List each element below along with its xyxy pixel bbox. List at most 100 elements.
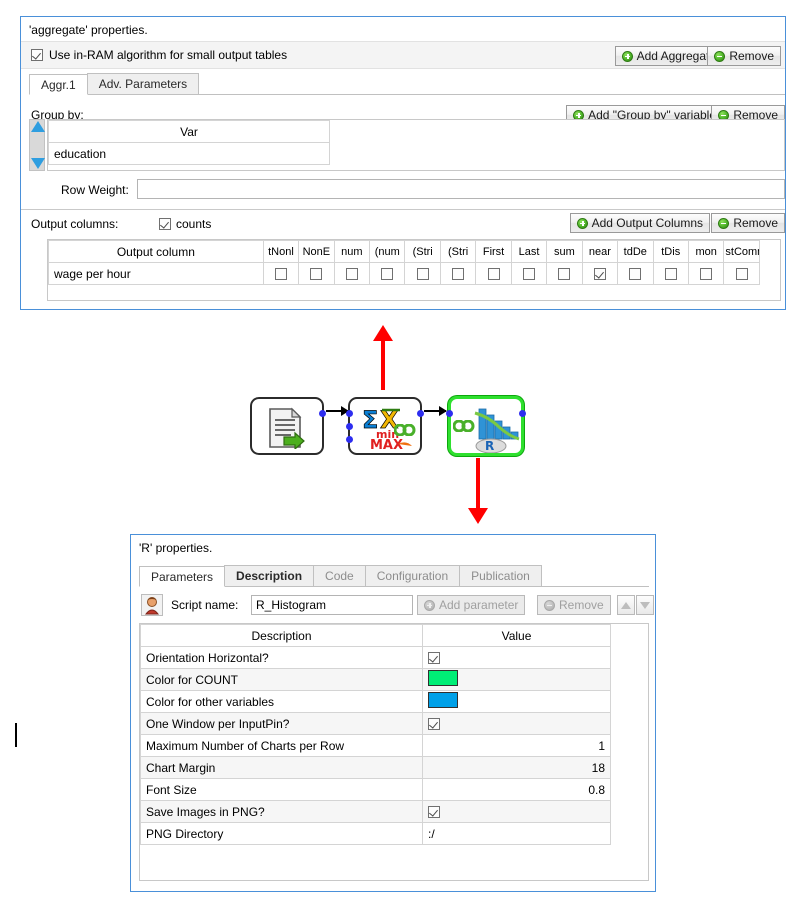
inram-checkbox-box[interactable] bbox=[31, 49, 43, 61]
table-row[interactable]: PNG Directory:/ bbox=[140, 822, 611, 845]
table-row[interactable]: Save Images in PNG? bbox=[140, 800, 611, 823]
param-value-cell[interactable] bbox=[422, 712, 611, 735]
checkbox[interactable] bbox=[735, 267, 748, 280]
checkbox-cell-7[interactable] bbox=[510, 262, 548, 285]
tab-configuration[interactable]: Configuration bbox=[364, 565, 461, 586]
checkbox-cell-10[interactable] bbox=[617, 262, 654, 285]
param-checkbox[interactable] bbox=[428, 717, 440, 730]
parameter-table[interactable]: Description Value Orientation Horizontal?… bbox=[140, 624, 611, 845]
parameter-table-body[interactable]: Orientation Horizontal? Color for COUNT Co… bbox=[140, 646, 611, 845]
checkbox[interactable] bbox=[452, 267, 465, 280]
table-row[interactable]: Chart Margin 18 bbox=[140, 756, 611, 779]
move-down-icon[interactable] bbox=[31, 158, 45, 169]
output-columns-table[interactable]: Output column tNonl NonE num (num (Stri (Stri F… bbox=[48, 240, 760, 285]
output-port[interactable] bbox=[417, 410, 424, 417]
row-weight-input[interactable] bbox=[137, 179, 785, 199]
param-value-cell[interactable] bbox=[422, 800, 611, 823]
output-columns-header-row: Output columns: counts Add Output Column… bbox=[29, 213, 785, 237]
move-up-icon[interactable] bbox=[31, 121, 45, 132]
checkbox[interactable] bbox=[700, 267, 713, 280]
checkbox[interactable] bbox=[593, 267, 606, 280]
checkbox-cell-1[interactable] bbox=[298, 262, 335, 285]
counts-checkbox-box[interactable] bbox=[159, 218, 171, 230]
script-name-input[interactable]: R_Histogram bbox=[251, 595, 413, 615]
inram-checkbox[interactable]: Use in-RAM algorithm for small output ta… bbox=[31, 48, 287, 62]
counts-checkbox[interactable]: counts bbox=[159, 217, 211, 231]
tab-description[interactable]: Description bbox=[224, 565, 315, 586]
checkbox[interactable] bbox=[274, 267, 287, 280]
input-port[interactable] bbox=[446, 410, 453, 417]
tab-adv-parameters-label: Adv. Parameters bbox=[98, 77, 188, 91]
table-row[interactable]: Orientation Horizontal? bbox=[140, 646, 611, 669]
tab-adv-parameters[interactable]: Adv. Parameters bbox=[86, 73, 200, 94]
move-parameter-down-button[interactable] bbox=[636, 595, 654, 615]
output-port[interactable] bbox=[319, 410, 326, 417]
checkbox[interactable] bbox=[310, 267, 323, 280]
remove-output-columns-button[interactable]: Remove bbox=[711, 213, 785, 233]
group-by-spinner[interactable] bbox=[29, 119, 45, 171]
table-row[interactable]: Font Size 0.8 bbox=[140, 778, 611, 801]
checkbox-cell-9[interactable] bbox=[581, 262, 619, 285]
checkbox-cell-13[interactable] bbox=[723, 262, 760, 285]
checkbox-cell-4[interactable] bbox=[404, 262, 441, 285]
checkbox[interactable] bbox=[664, 267, 677, 280]
input-port-3[interactable] bbox=[346, 436, 353, 443]
output-column-name-cell[interactable]: wage per hour bbox=[48, 262, 264, 285]
table-row[interactable]: Maximum Number of Charts per Row 1 bbox=[140, 734, 611, 757]
checkbox[interactable] bbox=[345, 267, 358, 280]
param-value-cell[interactable] bbox=[422, 668, 611, 691]
add-parameter-button[interactable]: Add parameter bbox=[417, 595, 526, 615]
input-port-2[interactable] bbox=[346, 423, 353, 430]
r-histogram-node[interactable]: R bbox=[446, 396, 526, 456]
tab-aggr1[interactable]: Aggr.1 bbox=[29, 74, 88, 95]
output-columns-label: Output columns: bbox=[31, 217, 119, 231]
checkbox[interactable] bbox=[381, 267, 394, 280]
checkbox[interactable] bbox=[558, 267, 571, 280]
checkbox[interactable] bbox=[629, 267, 642, 280]
param-checkbox[interactable] bbox=[428, 651, 440, 664]
param-value-cell[interactable]: 1 bbox=[422, 734, 611, 757]
group-by-cell-var[interactable]: education bbox=[48, 142, 330, 165]
checkbox[interactable] bbox=[416, 267, 429, 280]
tab-code[interactable]: Code bbox=[313, 565, 366, 586]
link-chain-icon bbox=[393, 423, 416, 439]
param-value-cell[interactable] bbox=[422, 690, 611, 713]
param-value-cell[interactable]: 18 bbox=[422, 756, 611, 779]
param-value-cell[interactable]: :/ bbox=[422, 822, 611, 845]
file-reader-node[interactable] bbox=[250, 397, 326, 455]
param-checkbox[interactable] bbox=[428, 805, 440, 818]
checkbox-cell-6[interactable] bbox=[475, 262, 512, 285]
param-value-cell[interactable] bbox=[422, 646, 611, 669]
table-row[interactable]: education bbox=[48, 142, 330, 165]
remove-parameter-button[interactable]: Remove bbox=[537, 595, 611, 615]
arrow-down-head bbox=[468, 508, 488, 524]
check-column-header-5: (Stri bbox=[439, 240, 477, 263]
table-row[interactable]: Color for other variables bbox=[140, 690, 611, 713]
table-row[interactable]: wage per hour bbox=[48, 262, 760, 285]
checkbox[interactable] bbox=[522, 267, 535, 280]
checkbox-cell-5[interactable] bbox=[439, 262, 477, 285]
tab-parameters[interactable]: Parameters bbox=[139, 566, 226, 587]
remove-aggregate-button[interactable]: Remove bbox=[707, 46, 781, 66]
move-parameter-up-button[interactable] bbox=[617, 595, 635, 615]
param-value-cell[interactable]: 0.8 bbox=[422, 778, 611, 801]
checkbox-cell-8[interactable] bbox=[546, 262, 583, 285]
checkbox-cell-0[interactable] bbox=[262, 262, 300, 285]
output-columns-body[interactable]: wage per hour bbox=[48, 262, 760, 285]
color-swatch[interactable] bbox=[428, 670, 458, 686]
input-port-1[interactable] bbox=[346, 410, 353, 417]
output-columns-header: Output column tNonl NonE num (num (Stri (Stri F… bbox=[48, 240, 760, 263]
param-description-cell: Save Images in PNG? bbox=[140, 800, 423, 823]
color-swatch[interactable] bbox=[428, 692, 458, 708]
checkbox-cell-2[interactable] bbox=[333, 262, 371, 285]
group-by-table[interactable]: Var education bbox=[48, 120, 330, 165]
checkbox[interactable] bbox=[487, 267, 500, 280]
add-output-columns-button[interactable]: Add Output Columns bbox=[569, 213, 710, 233]
table-row[interactable]: Color for COUNT bbox=[140, 668, 611, 691]
checkbox-cell-12[interactable] bbox=[687, 262, 725, 285]
table-row[interactable]: One Window per InputPin? bbox=[140, 712, 611, 735]
tab-publication[interactable]: Publication bbox=[459, 565, 542, 586]
aggregate-node[interactable]: Σ X min MAX bbox=[346, 397, 424, 455]
checkbox-cell-11[interactable] bbox=[652, 262, 689, 285]
checkbox-cell-3[interactable] bbox=[369, 262, 406, 285]
